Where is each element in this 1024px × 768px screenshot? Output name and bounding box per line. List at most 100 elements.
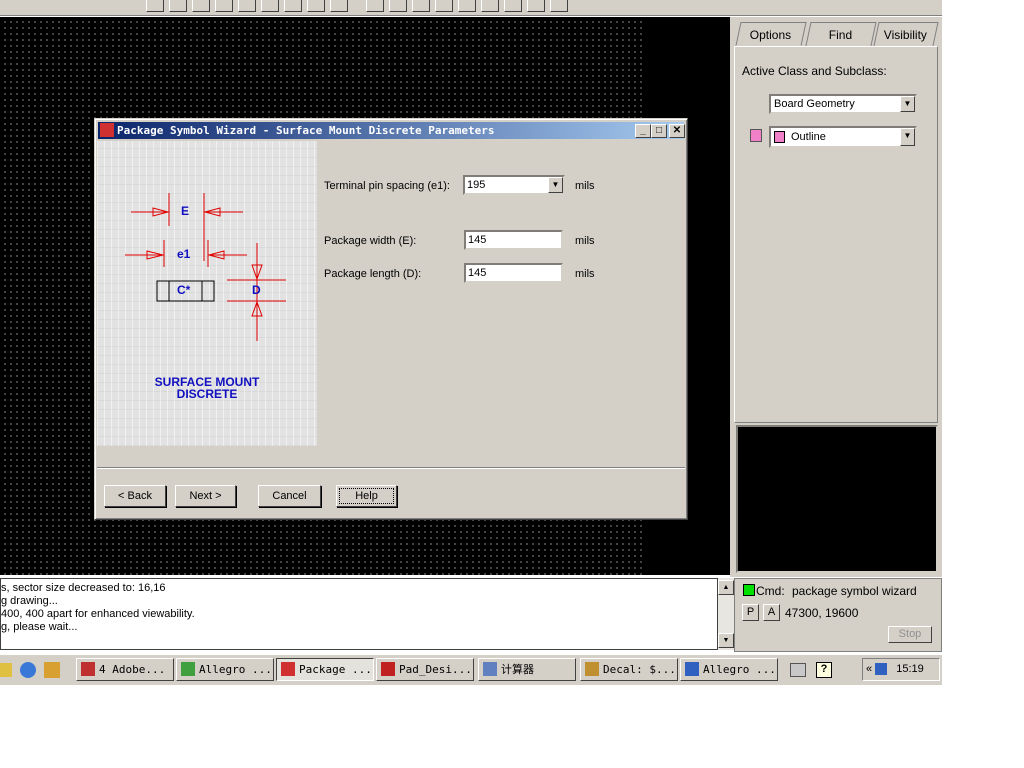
- circle-icon[interactable]: [481, 0, 499, 12]
- back-button[interactable]: < Back: [104, 485, 166, 507]
- package-symbol-wizard-dialog: Package Symbol Wizard - Surface Mount Di…: [94, 118, 688, 520]
- help-icon[interactable]: ?: [816, 662, 832, 678]
- close-icon[interactable]: ✕: [669, 124, 685, 138]
- log-line: s, sector size decreased to: 16,16: [1, 582, 166, 594]
- task-calculator[interactable]: 计算器: [478, 658, 576, 681]
- curve-icon[interactable]: [550, 0, 568, 12]
- ie-icon[interactable]: [20, 662, 36, 678]
- taskbar: 4 Adobe... Allegro ... Package ... Pad_D…: [0, 654, 942, 685]
- move-icon[interactable]: [261, 0, 279, 12]
- keyboard-icon[interactable]: [790, 663, 806, 677]
- chevron-down-icon[interactable]: ▼: [900, 128, 915, 146]
- command-log[interactable]: s, sector size decreased to: 16,16 g dra…: [0, 578, 718, 650]
- coordinates: 47300, 19600: [785, 606, 859, 620]
- help-button[interactable]: Help: [336, 485, 397, 507]
- status-indicator: [743, 584, 755, 596]
- arc-icon[interactable]: [307, 0, 325, 12]
- dialog-title: Package Symbol Wizard - Surface Mount Di…: [117, 124, 495, 137]
- stop-button[interactable]: Stop: [888, 626, 932, 643]
- pin-spacing-select[interactable]: 195 ▼: [463, 175, 565, 195]
- copy-icon[interactable]: [238, 0, 256, 12]
- allegro-icon: [685, 662, 699, 676]
- pin-spacing-label: Terminal pin spacing (e1):: [324, 180, 450, 192]
- add-frame-icon[interactable]: [389, 0, 407, 12]
- unit-label: mils: [575, 180, 595, 192]
- art-caption: SURFACE MOUNT DISCRETE: [97, 376, 317, 400]
- title-bar[interactable]: Package Symbol Wizard - Surface Mount Di…: [98, 122, 685, 139]
- p-button[interactable]: P: [742, 604, 759, 621]
- wizard-icon: [100, 123, 114, 137]
- chevron-down-icon[interactable]: ▼: [548, 177, 563, 193]
- text-icon[interactable]: [412, 0, 430, 12]
- app-icon[interactable]: [44, 662, 60, 678]
- route-icon[interactable]: [146, 0, 164, 12]
- dim-label-e1: e1: [177, 247, 191, 261]
- rect-icon[interactable]: [284, 0, 302, 12]
- control-panel: Options Find Visibility Active Class and…: [730, 17, 942, 577]
- decal-icon: [585, 662, 599, 676]
- class-select[interactable]: Board Geometry ▼: [769, 94, 917, 114]
- log-line: g drawing...: [1, 595, 58, 607]
- wizard-icon: [281, 662, 295, 676]
- package-diagram: E e1 C* D SURFACE MOUNT DISCRETE: [97, 141, 317, 446]
- network-icon[interactable]: [875, 663, 888, 676]
- calculator-icon: [483, 662, 497, 676]
- color-swatch-icon: [774, 131, 785, 144]
- unit-label: mils: [575, 268, 595, 280]
- minimize-icon[interactable]: _: [635, 124, 651, 138]
- status-panel: Cmd: package symbol wizard P A 47300, 19…: [734, 578, 942, 652]
- pointer-icon[interactable]: [215, 0, 233, 12]
- log-scrollbar[interactable]: ▲ ▼: [718, 578, 734, 650]
- dim-label-e: E: [181, 204, 190, 218]
- scroll-up-icon[interactable]: ▲: [718, 580, 734, 595]
- cmd-value: package symbol wizard: [792, 584, 917, 598]
- pad-icon: [381, 662, 395, 676]
- dimension-icon[interactable]: [435, 0, 453, 12]
- task-adobe[interactable]: 4 Adobe...: [76, 658, 174, 681]
- dim-label-d: D: [252, 283, 261, 297]
- separator: [97, 467, 685, 469]
- log-line: 400, 400 apart for enhanced viewability.: [1, 608, 195, 620]
- add-line-icon[interactable]: [366, 0, 384, 12]
- world-view-window[interactable]: [736, 425, 938, 573]
- options-pane: Active Class and Subclass: Board Geometr…: [734, 46, 938, 423]
- active-class-label: Active Class and Subclass:: [742, 64, 887, 78]
- package-width-input[interactable]: 145: [464, 230, 563, 250]
- caption-line: DISCRETE: [176, 387, 238, 401]
- scroll-down-icon[interactable]: ▼: [718, 633, 734, 648]
- subclass-select[interactable]: Outline ▼: [769, 126, 917, 148]
- log-line: g, please wait...: [1, 621, 78, 633]
- a-button[interactable]: A: [763, 604, 780, 621]
- shape-icon[interactable]: [192, 0, 210, 12]
- slide-icon[interactable]: [458, 0, 476, 12]
- system-tray: « 15:19: [862, 658, 940, 681]
- cmd-label: Cmd:: [756, 584, 785, 598]
- angle-icon[interactable]: [527, 0, 545, 12]
- chevron-down-icon[interactable]: ▼: [900, 96, 915, 112]
- next-button[interactable]: Next >: [175, 485, 236, 507]
- pdf-icon: [81, 662, 95, 676]
- tab-options[interactable]: Options: [735, 22, 807, 46]
- expand-tray-icon[interactable]: «: [866, 663, 872, 675]
- task-decal[interactable]: Decal: $...: [580, 658, 678, 681]
- tab-visibility[interactable]: Visibility: [873, 22, 939, 46]
- task-allegro-2[interactable]: Allegro ...: [680, 658, 778, 681]
- delete-icon[interactable]: [330, 0, 348, 12]
- subclass-color-swatch[interactable]: [750, 129, 762, 142]
- cancel-button[interactable]: Cancel: [258, 485, 321, 507]
- arc-draw-icon[interactable]: [504, 0, 522, 12]
- package-length-input[interactable]: 145: [464, 263, 563, 283]
- component-body-label: C*: [177, 283, 191, 297]
- allegro-icon: [181, 662, 195, 676]
- task-pad-designer[interactable]: Pad_Desi...: [376, 658, 474, 681]
- task-allegro-1[interactable]: Allegro ...: [176, 658, 274, 681]
- task-package[interactable]: Package ...: [276, 658, 374, 681]
- tab-find[interactable]: Find: [805, 22, 877, 46]
- grid-icon[interactable]: [169, 0, 187, 12]
- unit-label: mils: [575, 235, 595, 247]
- toolbar: [0, 0, 942, 16]
- clock: 15:19: [896, 663, 924, 675]
- package-width-label: Package width (E):: [324, 235, 417, 247]
- quicklaunch-icon[interactable]: [0, 663, 12, 677]
- maximize-icon[interactable]: □: [651, 124, 667, 138]
